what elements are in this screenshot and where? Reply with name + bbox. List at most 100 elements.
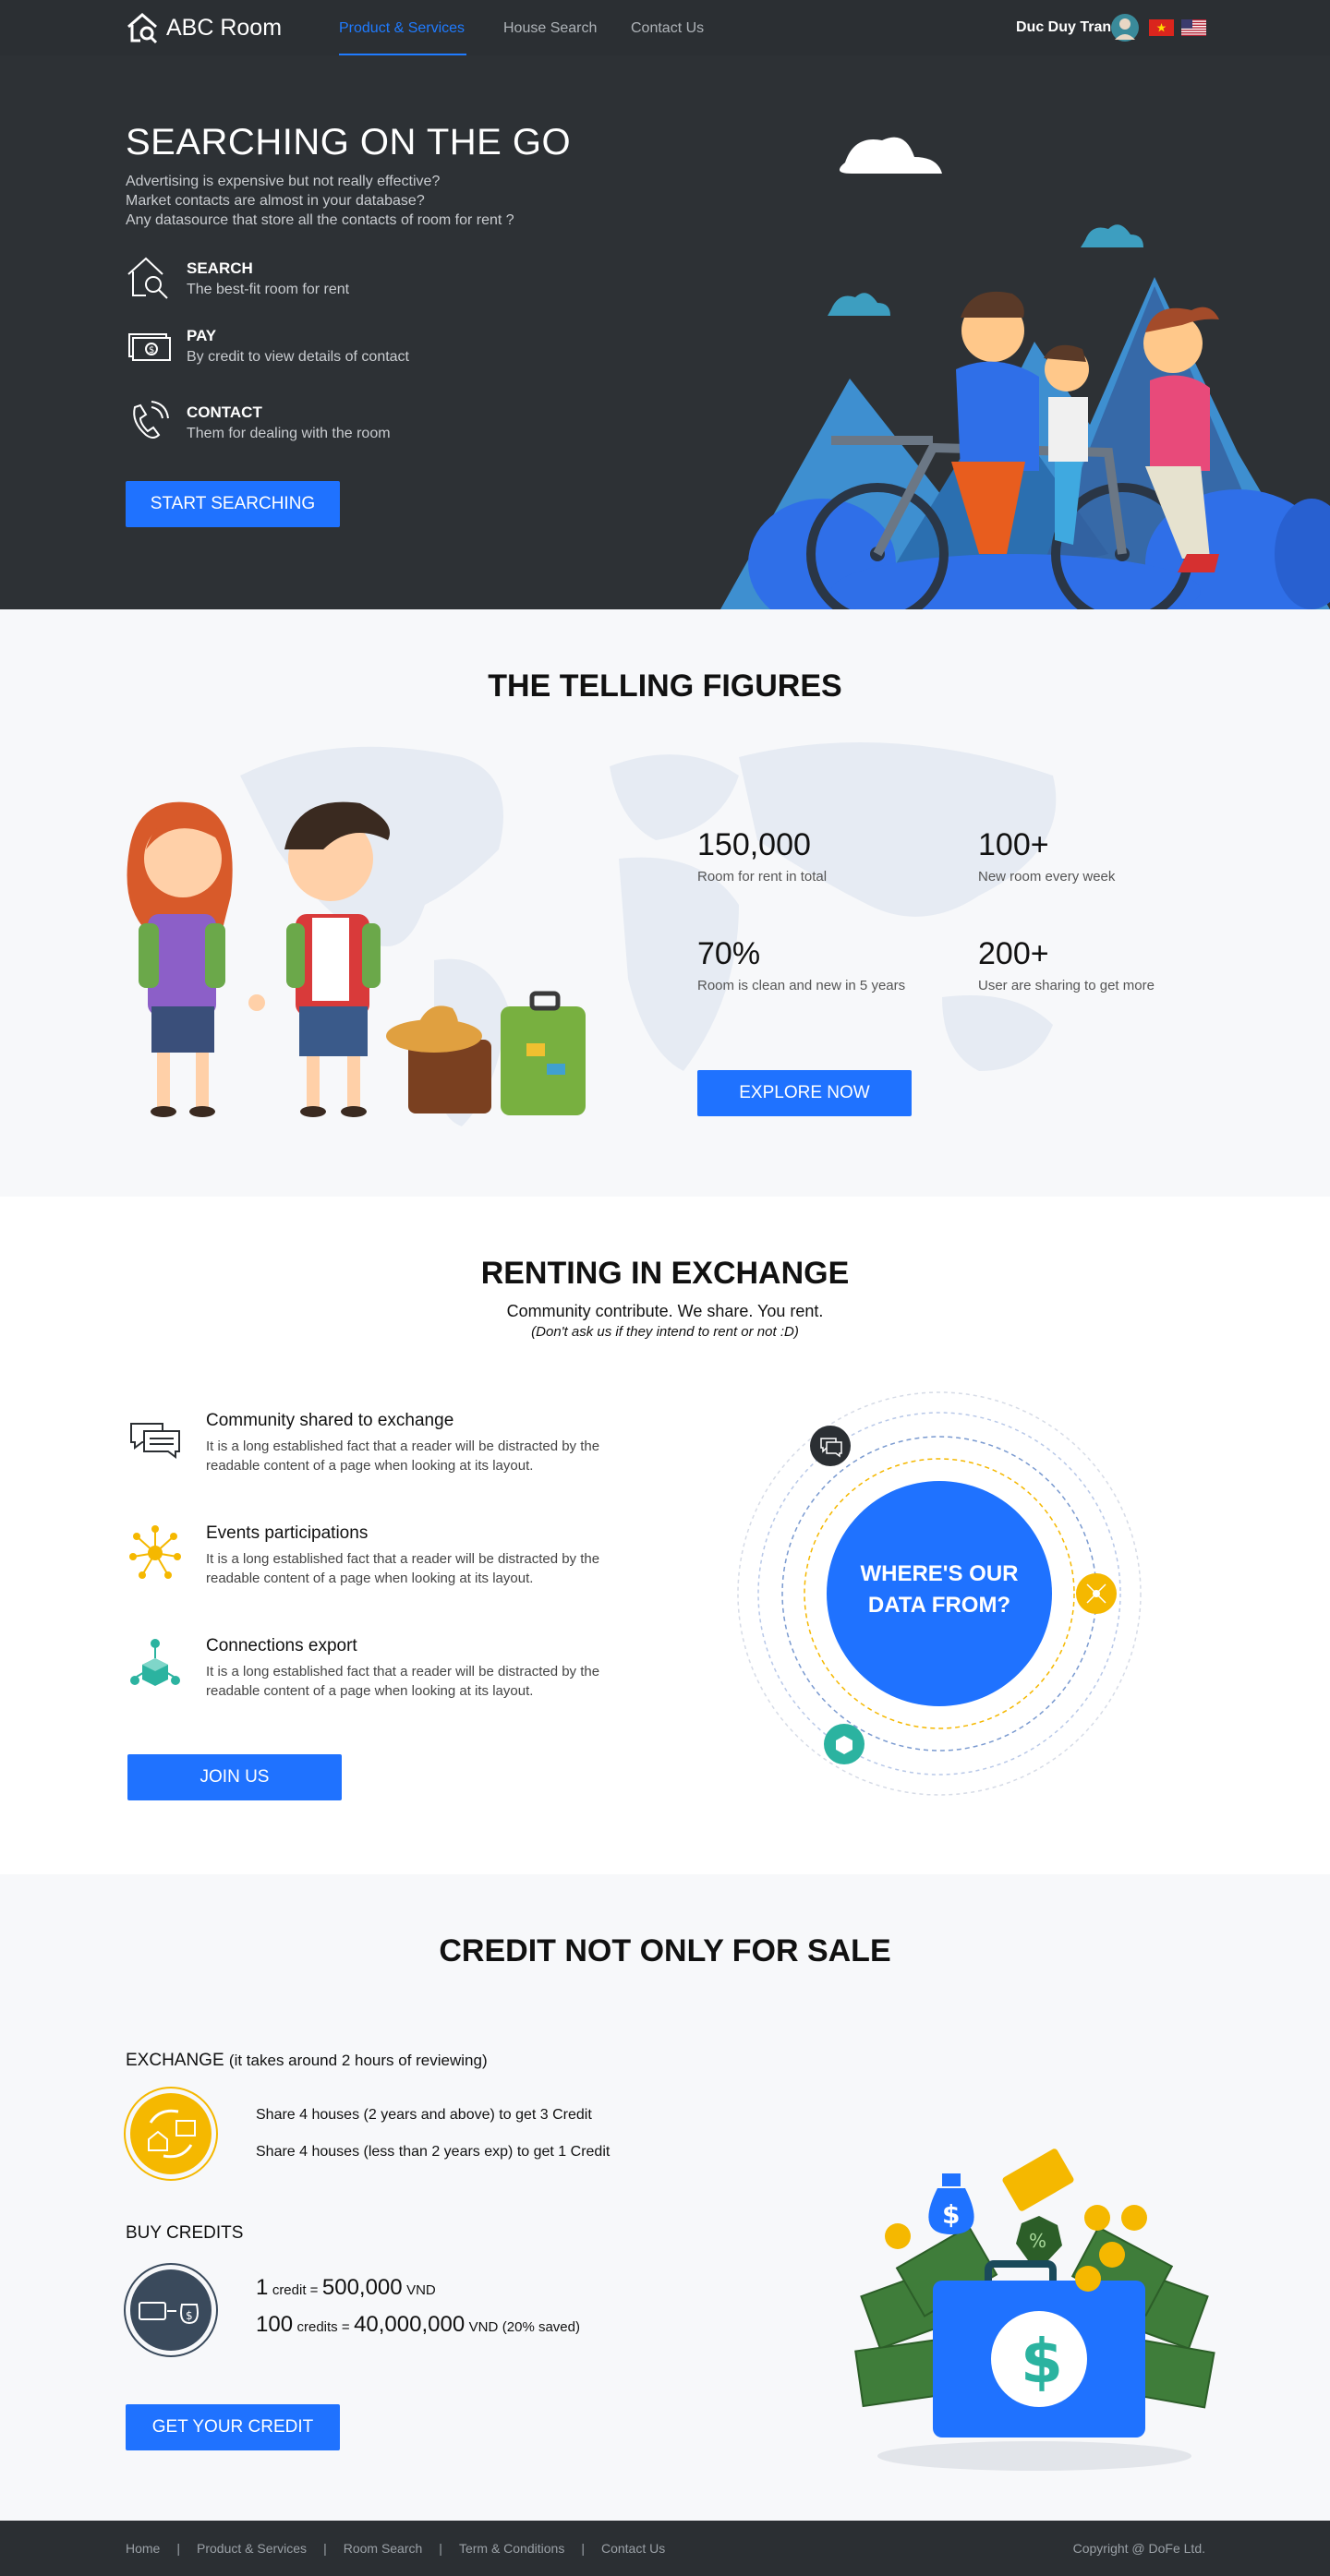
feature-desc: The best-fit room for rent [187,282,350,297]
price-qty: 1 [256,2275,269,2300]
feature-desc: By credit to view details of contact [187,349,409,365]
footer-separator: | [323,2541,327,2556]
section-title: RENTING IN EXCHANGE [480,1256,850,1291]
hero-subtitle: Advertising is expensive but not really … [126,172,514,230]
copyright: Copyright @ DoFe Ltd. [1072,2541,1205,2556]
price-qty: 100 [256,2312,294,2337]
footer-link-home[interactable]: Home [126,2541,160,2556]
price-unit: credit = [272,2282,319,2298]
credit-section: CREDIT NOT ONLY FOR SALE EXCHANGE (it ta… [0,1874,1330,2521]
feature-desc: Them for dealing with the room [187,426,391,441]
section-title: CREDIT NOT ONLY FOR SALE [439,1933,891,1968]
renting-exchange-section: RENTING IN EXCHANGE Community contribute… [0,1197,1330,1874]
chat-bubbles-icon [130,1423,180,1459]
svg-text:$: $ [942,2199,960,2230]
price-amount: 40,000,000 [354,2312,466,2337]
exchange-rule: Share 4 houses (2 years and above) to ge… [256,2107,592,2123]
telling-figures-section: THE TELLING FIGURES 150,000 Room for ren… [0,609,1330,1197]
vietnam-flag-icon[interactable] [1149,19,1174,36]
family-bike-illustration [720,137,1330,609]
price-unit: credits = [296,2319,350,2335]
stat-value: 70% [697,936,761,971]
hero-sub-line: Advertising is expensive but not really … [126,174,441,189]
section-note: (Don't ask us if they intend to rent or … [531,1324,799,1340]
feature-title: PAY [187,327,217,344]
hero-section: SEARCHING ON THE GO Advertising is expen… [0,55,1330,609]
us-flag-icon[interactable] [1181,19,1206,36]
hero-sub-line: Any datasource that store all the contac… [126,212,514,228]
stat-value: 150,000 [697,827,811,862]
footer-link-terms[interactable]: Term & Conditions [459,2541,564,2556]
feature-pay: $ PAY By credit to view details of conta… [126,321,409,367]
hero-sub-line: Market contacts are almost in your datab… [126,193,425,209]
orbit-label-line: WHERE'S OUR [860,1561,1019,1586]
feature-title: SEARCH [187,259,253,277]
house-search-icon [127,257,168,299]
svg-text:$: $ [1021,2326,1063,2397]
exchange-item-desc: It is a long established fact that a rea… [206,1551,600,1586]
footer-separator: | [581,2541,585,2556]
footer-links: Home | Product & Services | Room Search … [126,2541,665,2556]
price-currency: VND [468,2319,499,2335]
footer-link-room-search[interactable]: Room Search [344,2541,423,2556]
start-searching-button[interactable]: START SEARCHING [126,481,340,527]
feature-search: SEARCH The best-fit room for rent [126,254,349,300]
phone-icon [133,401,169,439]
footer: Home | Product & Services | Room Search … [0,2521,1330,2576]
nav-house-search[interactable]: House Search [503,20,597,37]
exchange-head-label: EXCHANGE [126,2051,224,2070]
hero-title: SEARCHING ON THE GO [126,122,572,163]
brand-logo[interactable]: ABC Room [126,11,282,44]
feature-contact: CONTACT Them for dealing with the room [126,398,391,444]
buy-credits-heading: BUY CREDITS [126,2223,244,2243]
house-search-icon [127,13,158,44]
user-name[interactable]: Duc Duy Tran [1016,19,1111,36]
exchange-note: (it takes around 2 hours of reviewing) [228,2052,488,2069]
nav-product-services[interactable]: Product & Services [339,20,465,37]
price-single: 1 credit = 500,000 VND [256,2275,436,2301]
exchange-item-desc: It is a long established fact that a rea… [206,1664,600,1699]
exchange-icon [124,2087,218,2181]
section-title: THE TELLING FIGURES [488,668,842,704]
feature-title: CONTACT [187,403,262,421]
price-currency: VND [406,2282,436,2298]
svg-text:$: $ [186,2309,193,2322]
nav-contact-us[interactable]: Contact Us [631,20,704,37]
svg-text:%: % [1029,2230,1046,2252]
get-your-credit-button[interactable]: GET YOUR CREDIT [126,2404,340,2450]
exchange-item-title: Community shared to exchange [206,1411,454,1430]
svg-text:$: $ [149,345,154,355]
buy-credits-icon: $ [124,2263,218,2357]
network-hub-icon [129,1525,181,1579]
stat-label: New room every week [978,869,1116,885]
stat-label: User are sharing to get more [978,978,1155,993]
exchange-heading: EXCHANGE (it takes around 2 hours of rev… [126,2051,488,2071]
orbit-label-line: DATA FROM? [867,1593,1011,1618]
money-briefcase-illustration: $ $ % [854,2149,1215,2471]
footer-link-products[interactable]: Product & Services [197,2541,307,2556]
price-note: (20% saved) [502,2319,580,2335]
exchange-item-desc: It is a long established fact that a rea… [206,1438,600,1474]
stat-label: Room for rent in total [697,869,828,885]
avatar[interactable] [1111,14,1139,42]
stat-label: Room is clean and new in 5 years [697,978,906,993]
price-bulk: 100 credits = 40,000,000 VND (20% saved) [256,2312,580,2338]
travelers-illustration [127,801,586,1117]
footer-separator: | [439,2541,442,2556]
explore-now-button[interactable]: EXPLORE NOW [697,1070,912,1116]
exchange-rule: Share 4 houses (less than 2 years exp) t… [256,2144,611,2160]
top-navbar: ABC Room Product & Services House Search… [0,0,1330,55]
brand-name: ABC Room [166,14,283,41]
money-icon: $ [128,333,171,361]
price-amount: 500,000 [321,2275,403,2300]
exchange-item-title: Connections export [206,1636,357,1655]
section-subtitle: Community contribute. We share. You rent… [506,1302,824,1320]
join-us-button[interactable]: JOIN US [127,1754,342,1800]
orbit-center-label: WHERE'S OUR DATA FROM? [827,1559,1052,1621]
exchange-item-title: Events participations [206,1523,369,1543]
footer-separator: | [176,2541,180,2556]
connections-box-icon [130,1639,180,1686]
stat-value: 200+ [978,936,1049,971]
footer-link-contact[interactable]: Contact Us [601,2541,665,2556]
stat-value: 100+ [978,827,1049,862]
